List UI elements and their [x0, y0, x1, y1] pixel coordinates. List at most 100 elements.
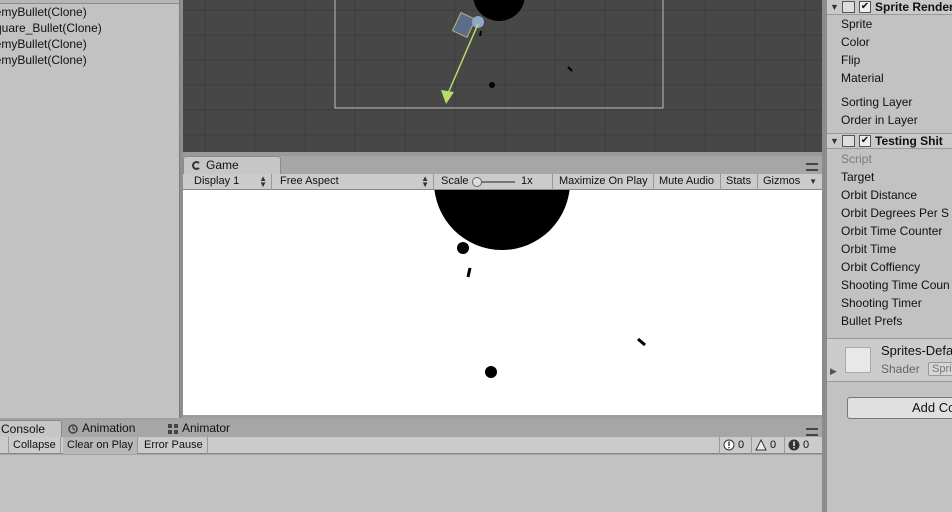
prop-script: Script [841, 152, 872, 166]
clear-button[interactable] [0, 437, 9, 454]
prop-sorting-layer: Sorting Layer [841, 95, 913, 109]
scene-bullet [489, 82, 495, 88]
warning-icon [755, 439, 767, 451]
collapse-toggle[interactable]: Collapse [9, 437, 61, 454]
hierarchy-item[interactable]: EnemyBullet(Clone) [0, 52, 87, 68]
error-pause-toggle[interactable]: Error Pause [140, 437, 208, 454]
game-tab-bar: Game [183, 156, 822, 174]
tab-game-label: Game [206, 158, 239, 172]
foldout-expanded-icon[interactable]: ▼ [830, 2, 839, 12]
console-log-area[interactable] [0, 455, 822, 512]
foldout-collapsed-icon[interactable]: ▶ [830, 366, 837, 377]
prop-orbit-time: Orbit Time [841, 242, 897, 256]
warning-count: 0 [770, 439, 777, 451]
game-canvas[interactable] [183, 190, 822, 415]
scene-bullet [479, 30, 482, 37]
prop-target: Target [841, 170, 875, 184]
game-toolbar: Display 1 ▲ ▼ Free Aspect ▲ ▼ Scale 1x Max… [183, 174, 822, 190]
error-icon [788, 439, 800, 451]
shader-label: Shader [881, 362, 920, 376]
add-component-button[interactable]: Add Component [847, 397, 952, 419]
aspect-dropdown[interactable]: Free Aspect ▲ ▼ [274, 174, 434, 190]
scale-knob[interactable] [472, 177, 482, 187]
mute-audio-toggle[interactable]: Mute Audio [654, 174, 721, 190]
tab-animation-label: Animation [82, 421, 136, 435]
script-icon [842, 135, 855, 147]
sprite-renderer-enabled-checkbox[interactable]: ✔ [859, 1, 871, 13]
material-thumbnail [845, 347, 871, 373]
info-count-toggle[interactable]: 0 [719, 437, 751, 454]
console-tab-bar: Console Animation Animator [0, 420, 822, 437]
display-dropdown[interactable]: Display 1 ▲ ▼ [188, 174, 272, 190]
prop-orbit-distance: Orbit Distance [841, 188, 918, 202]
aspect-label: Free Aspect [280, 175, 339, 187]
scene-view[interactable] [183, 0, 822, 152]
scene-selected-square [451, 11, 477, 39]
panel-menu-icon[interactable] [806, 163, 818, 171]
prop-shooting-timer: Shooting Timer [841, 296, 922, 310]
dropdown-arrows-icon: ▲ ▼ [421, 174, 429, 189]
scale-label: Scale [441, 175, 469, 187]
hierarchy-item[interactable]: Square_Bullet(Clone) [0, 20, 102, 36]
inspector-panel: ▼ ✔ Sprite Renderer Sprite Color Flip Ma… [827, 0, 952, 512]
prop-flip: Flip [841, 53, 861, 67]
shader-dropdown[interactable]: Sprites [928, 362, 952, 376]
prop-material: Material [841, 71, 884, 85]
game-bullet [457, 242, 469, 254]
gizmos-dropdown[interactable]: Gizmos ▼ [758, 174, 820, 190]
prop-sprite: Sprite [841, 17, 873, 31]
scene-canvas[interactable] [183, 0, 822, 152]
foldout-expanded-icon[interactable]: ▼ [830, 136, 839, 146]
prop-bullet-prefs: Bullet Prefs [841, 314, 903, 328]
info-count: 0 [738, 439, 745, 451]
game-bullet [485, 366, 497, 378]
material-name: Sprites-Default [881, 343, 952, 358]
sprite-renderer-header[interactable]: ▼ ✔ Sprite Renderer [827, 0, 952, 15]
game-view[interactable] [183, 190, 822, 415]
dropdown-arrows-icon: ▲ ▼ [259, 174, 267, 189]
game-planet-sprite [434, 190, 570, 250]
scene-bullet [567, 66, 573, 72]
gizmos-label: Gizmos [763, 175, 801, 187]
component-title: Testing Shit [875, 134, 943, 148]
tab-console[interactable]: Console [0, 420, 62, 437]
hierarchy-item[interactable]: EnemyBullet(Clone) [0, 4, 87, 20]
error-count: 0 [803, 439, 810, 451]
scene-direction-arrowhead [441, 90, 454, 104]
chevron-down-icon: ▼ [809, 177, 817, 186]
game-bullet [637, 337, 646, 347]
prop-order-in-layer: Order in Layer [841, 113, 918, 127]
display-label: Display 1 [194, 175, 240, 187]
material-preview[interactable]: ▶ Sprites-Default Shader Sprites [827, 338, 952, 382]
prop-color: Color [841, 35, 870, 49]
game-icon [192, 161, 201, 170]
clear-on-play-toggle[interactable]: Clear on Play [63, 437, 139, 454]
tab-game[interactable]: Game [183, 156, 281, 174]
testing-script-enabled-checkbox[interactable]: ✔ [859, 135, 871, 147]
hierarchy-panel: EnemyBullet(Clone) Square_Bullet(Clone) … [0, 0, 180, 418]
sprite-renderer-icon [842, 1, 855, 13]
panel-menu-icon[interactable] [806, 428, 818, 436]
stats-toggle[interactable]: Stats [721, 174, 758, 190]
scale-value: 1x [521, 175, 533, 187]
game-bullet [466, 267, 472, 278]
tab-console-label: Console [1, 422, 46, 436]
prop-orbit-time-counter: Orbit Time Counter [841, 224, 943, 238]
tab-animator-label: Animator [182, 421, 231, 435]
prop-orbit-coffiency: Orbit Coffiency [841, 260, 921, 274]
warning-count-toggle[interactable]: 0 [751, 437, 783, 454]
prop-orbit-degrees: Orbit Degrees Per S [841, 206, 950, 220]
panel-divider[interactable] [183, 415, 822, 418]
maximize-on-play-toggle[interactable]: Maximize On Play [554, 174, 654, 190]
component-title: Sprite Renderer [875, 0, 952, 14]
console-toolbar: Collapse Clear on Play Error Pause 0 0 0 [0, 437, 822, 454]
hierarchy-item[interactable]: EnemyBullet(Clone) [0, 36, 87, 52]
error-count-toggle[interactable]: 0 [784, 437, 818, 454]
testing-script-header[interactable]: ▼ ✔ Testing Shit [827, 133, 952, 149]
tab-animator[interactable]: Animator [166, 420, 256, 437]
prop-shooting-time-counter: Shooting Time Coun [841, 278, 950, 292]
tab-animation[interactable]: Animation [66, 420, 162, 437]
animator-icon [168, 424, 178, 434]
animation-icon [68, 424, 78, 434]
scale-slider[interactable]: Scale 1x [435, 174, 553, 190]
